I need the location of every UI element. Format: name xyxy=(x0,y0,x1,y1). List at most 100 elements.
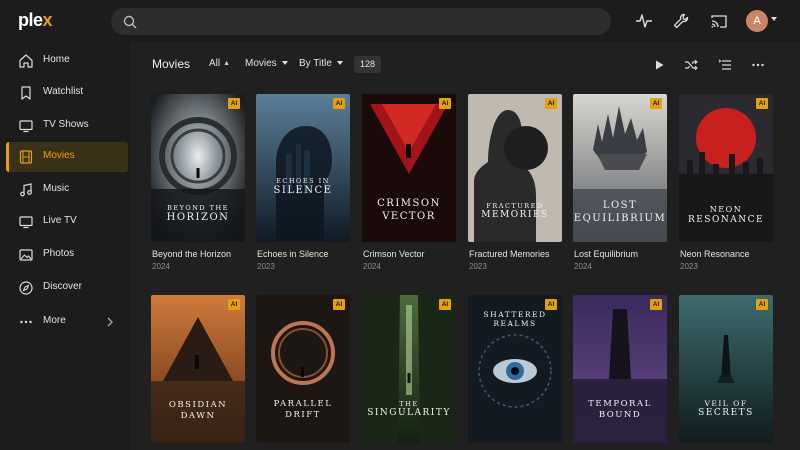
search-icon xyxy=(123,15,137,29)
sidebar-item-label: Music xyxy=(43,183,70,194)
movie-poster[interactable]: THE SINGULARITY AI xyxy=(362,295,456,443)
filter-all-dropdown[interactable]: All ▲ xyxy=(209,58,230,69)
poster-title-line-1: NEON xyxy=(709,205,743,214)
sidebar-item-home[interactable]: Home xyxy=(6,46,128,76)
movie-year: 2024 xyxy=(152,262,170,271)
poster-title: SHATTERED REALMS xyxy=(468,310,562,329)
poster-title: OBSIDIAN DAWN xyxy=(151,400,245,421)
movie-title[interactable]: Crimson Vector xyxy=(363,249,425,259)
chevron-down-icon xyxy=(281,61,288,66)
poster-title-line-2: BOUND xyxy=(598,409,642,420)
ai-badge: AI xyxy=(228,98,240,109)
poster-title-line-2: SILENCE xyxy=(273,185,333,197)
movie-poster[interactable]: VEIL OF SECRETS AI xyxy=(679,295,773,443)
poster-title: PARALLEL DRIFT xyxy=(256,399,350,420)
movie-year: 2024 xyxy=(363,262,381,271)
poster-art xyxy=(679,295,773,443)
shuffle-icon[interactable] xyxy=(684,58,698,72)
ai-badge: AI xyxy=(756,299,768,310)
movie-year: 2024 xyxy=(574,262,592,271)
movie-poster[interactable]: SHATTERED REALMS AI xyxy=(468,295,562,443)
poster-title-line-1: BEYOND THE xyxy=(167,204,229,212)
page-title: Movies xyxy=(152,57,191,71)
poster-title: ECHOES IN SILENCE xyxy=(256,177,350,198)
poster-title-line-2: REALMS xyxy=(493,319,537,329)
poster-title-line-1: OBSIDIAN xyxy=(168,400,228,410)
poster-art xyxy=(362,295,456,443)
library-main: Movies All ▲ Movies By Title 128 BEYOND T… xyxy=(130,42,800,450)
sort-direction-icon: ▲ xyxy=(223,59,231,67)
ai-badge: AI xyxy=(650,299,662,310)
poster-title-line-1: FRACTURED xyxy=(486,202,544,210)
poster-title-line-2: SECRETS xyxy=(698,408,754,419)
movie-poster[interactable]: ECHOES IN SILENCE AI xyxy=(256,94,350,242)
ai-badge: AI xyxy=(545,98,557,109)
poster-title-line-1: TEMPORAL xyxy=(588,399,652,409)
movie-title[interactable]: Echoes in Silence xyxy=(257,249,329,259)
filter-type-dropdown[interactable]: Movies xyxy=(245,58,288,69)
movie-title[interactable]: Neon Resonance xyxy=(680,249,750,259)
poster-title-line-1: PARALLEL xyxy=(273,399,333,409)
sidebar: Home Watchlist TV Shows Movies Music Liv… xyxy=(0,42,130,450)
movie-poster[interactable]: NEON RESONANCE AI xyxy=(679,94,773,242)
compass-icon xyxy=(19,281,33,295)
more-options-icon[interactable] xyxy=(751,58,765,72)
poster-title-line-2: RESONANCE xyxy=(687,215,765,225)
poster-title: LOST EQUILIBRIUM xyxy=(573,200,667,225)
sidebar-item-music[interactable]: Music xyxy=(6,175,128,205)
ai-badge: AI xyxy=(333,299,345,310)
cast-icon[interactable] xyxy=(710,12,728,30)
movie-poster[interactable]: OBSIDIAN DAWN AI xyxy=(151,295,245,443)
poster-title: VEIL OF SECRETS xyxy=(679,399,773,420)
sidebar-item-live-tv[interactable]: Live TV xyxy=(6,207,128,237)
plex-logo[interactable]: plex xyxy=(18,10,53,31)
chevron-right-icon[interactable] xyxy=(104,315,116,329)
movie-poster[interactable]: TEMPORAL BOUND AI xyxy=(573,295,667,443)
poster-title-line-1: THE xyxy=(399,400,419,408)
ai-badge: AI xyxy=(545,299,557,310)
search-input[interactable] xyxy=(145,12,595,31)
poster-title: TEMPORAL BOUND xyxy=(573,399,667,420)
music-icon xyxy=(20,183,32,197)
sidebar-item-label: Discover xyxy=(43,281,82,292)
ai-badge: AI xyxy=(756,98,768,109)
movie-title[interactable]: Fractured Memories xyxy=(469,249,550,259)
sidebar-item-label: Movies xyxy=(43,150,75,161)
poster-title-line-2: VECTOR xyxy=(382,210,436,222)
sidebar-item-label: Home xyxy=(43,54,70,65)
sidebar-item-watchlist[interactable]: Watchlist xyxy=(6,78,128,108)
movie-year: 2023 xyxy=(257,262,275,271)
sidebar-item-photos[interactable]: Photos xyxy=(6,240,128,270)
sidebar-item-tv-shows[interactable]: TV Shows xyxy=(6,111,128,141)
movie-poster[interactable]: BEYOND THE HORIZON AI xyxy=(151,94,245,242)
movie-poster[interactable]: LOST EQUILIBRIUM AI xyxy=(573,94,667,242)
ai-badge: AI xyxy=(228,299,240,310)
poster-art xyxy=(256,295,350,443)
chevron-down-icon[interactable] xyxy=(771,17,777,21)
sort-dropdown[interactable]: By Title xyxy=(299,58,343,69)
poster-title-line-1: CRIMSON xyxy=(377,198,441,209)
poster-title: CRIMSON VECTOR xyxy=(362,198,456,223)
chevron-down-icon xyxy=(336,61,343,66)
filter-all-label: All xyxy=(209,58,221,69)
activity-icon[interactable] xyxy=(635,12,653,30)
poster-title: FRACTURED MEMORIES xyxy=(468,202,562,221)
list-view-icon[interactable] xyxy=(718,58,732,72)
play-icon[interactable] xyxy=(652,58,666,72)
tv-icon xyxy=(19,120,33,133)
settings-wrench-icon[interactable] xyxy=(672,12,690,30)
live-tv-icon xyxy=(19,216,33,229)
movie-title[interactable]: Beyond the Horizon xyxy=(152,249,231,259)
poster-art xyxy=(573,295,667,443)
logo-accent-text: x xyxy=(42,10,53,30)
sidebar-item-discover[interactable]: Discover xyxy=(6,273,128,303)
movie-poster[interactable]: CRIMSON VECTOR AI xyxy=(362,94,456,242)
movie-title[interactable]: Lost Equilibrium xyxy=(574,249,638,259)
sidebar-item-more[interactable]: More xyxy=(6,307,128,337)
movie-poster[interactable]: PARALLEL DRIFT AI xyxy=(256,295,350,443)
movie-poster[interactable]: FRACTURED MEMORIES AI xyxy=(468,94,562,242)
search-bar[interactable] xyxy=(111,8,611,35)
sidebar-item-movies[interactable]: Movies xyxy=(6,142,128,172)
user-avatar[interactable]: A xyxy=(746,10,768,32)
logo-text: ple xyxy=(18,10,43,30)
